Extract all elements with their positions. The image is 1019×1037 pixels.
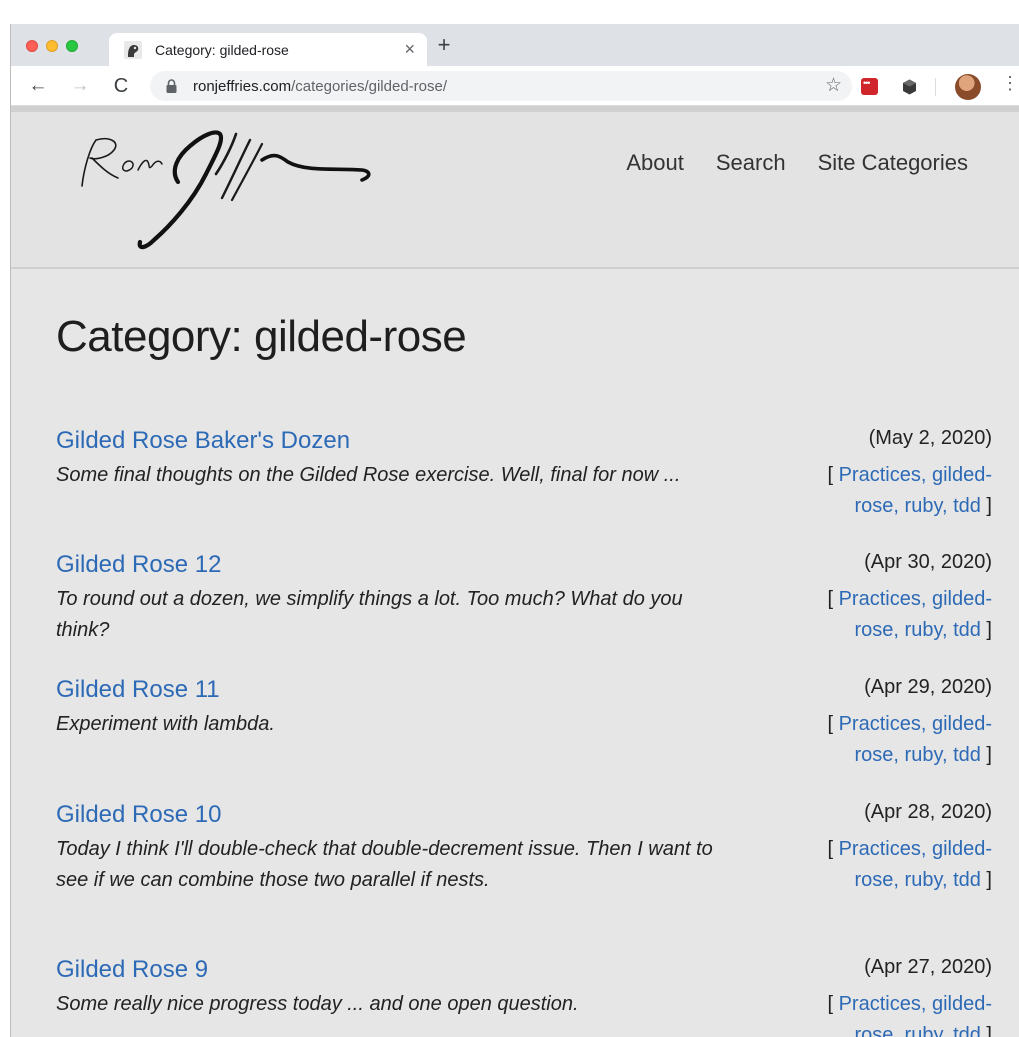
cats-close-bracket: ] (980, 1024, 992, 1037)
nav-about[interactable]: About (626, 150, 684, 176)
post-categories: [ Practices, gilded-rose, ruby, tdd ] (762, 584, 992, 646)
post-date: (Apr 28, 2020) (864, 801, 992, 823)
forward-button[interactable]: → (67, 73, 93, 99)
post-title-link[interactable]: Gilded Rose 10 (56, 801, 221, 829)
tab-strip: Category: gilded-rose × + (11, 24, 1019, 66)
kebab-menu-icon[interactable]: ⋮ (1001, 73, 1019, 94)
post-title-link[interactable]: Gilded Rose 12 (56, 551, 221, 579)
category-link[interactable]: rose, ruby, tdd (855, 869, 981, 891)
tab-close-icon[interactable]: × (404, 39, 415, 60)
cats-open-bracket: [ (827, 838, 839, 860)
post-date: (Apr 29, 2020) (864, 676, 992, 698)
toolbar-separator (935, 78, 936, 96)
new-tab-button[interactable]: + (431, 33, 457, 59)
category-link[interactable]: Practices, gilded- (839, 464, 992, 486)
post-categories: [ Practices, gilded-rose, ruby, tdd ] (762, 834, 992, 896)
lock-icon (166, 79, 177, 93)
nav-site-categories[interactable]: Site Categories (818, 150, 968, 176)
site-header: About Search Site Categories (11, 112, 1019, 269)
category-link[interactable]: Practices, gilded- (839, 838, 992, 860)
post-summary: Some final thoughts on the Gilded Rose e… (56, 464, 681, 486)
active-tab[interactable]: Category: gilded-rose × (109, 33, 427, 66)
category-link[interactable]: rose, ruby, tdd (855, 619, 981, 641)
url-path: /categories/gilded-rose/ (291, 78, 448, 95)
post-date: (Apr 30, 2020) (864, 551, 992, 573)
cats-close-bracket: ] (980, 495, 992, 517)
cats-close-bracket: ] (980, 619, 992, 641)
extension-cube-icon[interactable] (902, 79, 917, 95)
post-summary: Today I think I'll double-check that dou… (56, 838, 713, 891)
tab-title: Category: gilded-rose (155, 42, 289, 58)
post-date: (Apr 27, 2020) (864, 956, 992, 978)
post-summary: Some really nice progress today ... and … (56, 993, 579, 1015)
url-host: ronjeffries.com (193, 78, 292, 95)
window-zoom-button[interactable] (66, 40, 78, 52)
cats-close-bracket: ] (980, 744, 992, 766)
category-link[interactable]: rose, ruby, tdd (855, 744, 981, 766)
profile-avatar[interactable] (955, 74, 981, 100)
url-text: ronjeffries.com/categories/gilded-rose/ (193, 78, 447, 95)
cats-close-bracket: ] (980, 869, 992, 891)
nav-search[interactable]: Search (716, 150, 786, 176)
back-button[interactable]: ← (25, 73, 51, 99)
cats-open-bracket: [ (827, 993, 839, 1015)
post-date: (May 2, 2020) (868, 427, 992, 449)
site-nav: About Search Site Categories (626, 150, 968, 176)
post-summary: To round out a dozen, we simplify things… (56, 588, 683, 641)
favicon-icon (124, 41, 142, 59)
category-link[interactable]: Practices, gilded- (839, 993, 992, 1015)
post-categories: [ Practices, gilded-rose, ruby, tdd ] (762, 460, 992, 522)
category-link[interactable]: Practices, gilded- (839, 713, 992, 735)
post-title-link[interactable]: Gilded Rose 9 (56, 956, 208, 984)
category-link[interactable]: rose, ruby, tdd (855, 495, 981, 517)
browser-toolbar: ← → C ronjeffries.com/categories/gilded-… (11, 66, 1019, 106)
category-link[interactable]: Practices, gilded- (839, 588, 992, 610)
cats-open-bracket: [ (827, 588, 839, 610)
post-categories: [ Practices, gilded-rose, ruby, tdd ] (762, 989, 992, 1037)
signature-logo[interactable] (66, 126, 376, 252)
star-icon[interactable]: ☆ (825, 74, 842, 97)
cats-open-bracket: [ (827, 713, 839, 735)
window-minimize-button[interactable] (46, 40, 58, 52)
cats-open-bracket: [ (827, 464, 839, 486)
extension-red-icon[interactable] (861, 78, 878, 95)
post-summary: Experiment with lambda. (56, 713, 275, 735)
main-content: Category: gilded-rose Gilded Rose Baker'… (11, 271, 1019, 1037)
address-bar[interactable]: ronjeffries.com/categories/gilded-rose/ … (150, 71, 852, 101)
post-title-link[interactable]: Gilded Rose Baker's Dozen (56, 427, 350, 455)
browser-window: Category: gilded-rose × + ← → C ronjeffr… (10, 24, 1019, 1037)
category-link[interactable]: rose, ruby, tdd (855, 1024, 981, 1037)
post-title-link[interactable]: Gilded Rose 11 (56, 676, 220, 704)
window-close-button[interactable] (26, 40, 38, 52)
post-categories: [ Practices, gilded-rose, ruby, tdd ] (762, 709, 992, 771)
page-title: Category: gilded-rose (56, 312, 467, 361)
reload-button[interactable]: C (108, 73, 134, 99)
